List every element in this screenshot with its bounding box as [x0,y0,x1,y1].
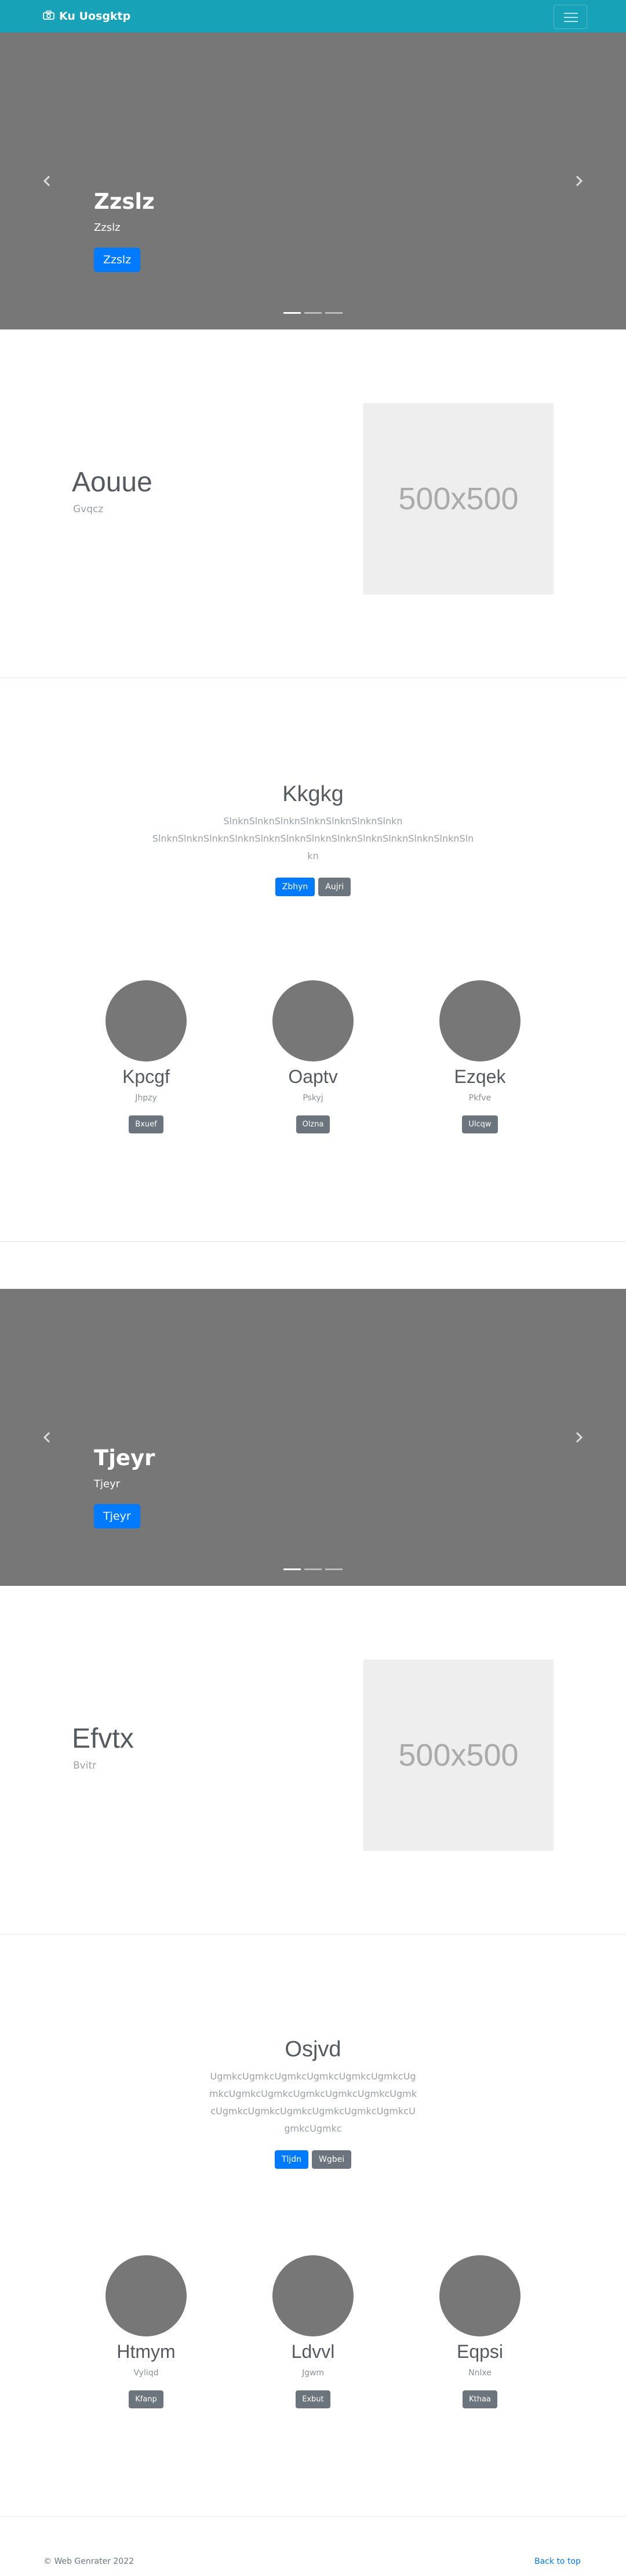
column-button[interactable]: Exbut [296,2390,330,2408]
column-text: Nnlxe [468,2368,492,2378]
featurette-2: Efvtx Bvitr 500x500 [0,1586,626,1934]
carousel-indicator[interactable] [283,312,301,314]
avatar-circle [439,2255,521,2336]
carousel-subtitle: Zzslz [94,222,121,234]
column-heading: Htmym [117,2341,176,2362]
brand-name: Ku Uosgktp [59,10,131,23]
jumbotron-primary-button[interactable]: Tljdn [274,2150,308,2169]
divider [0,677,626,678]
featurette-lead: Gvqcz [73,503,104,515]
featurette-heading: Aouue [72,467,152,498]
hamburger-line [564,21,578,22]
carousel-title: Tjeyr [94,1445,155,1470]
footer-copyright: © Web Genrater 2022 [43,2557,134,2566]
column-text: Pskyj [303,1093,323,1103]
carousel-cta-button[interactable]: Zzslz [94,248,141,273]
divider [0,1241,626,1242]
avatar-circle [439,980,521,1061]
jumbotron-heading: Osjvd [285,2037,341,2061]
column-heading: Ldvvl [291,2341,335,2362]
avatar-circle [105,980,187,1061]
column-button[interactable]: Bxuef [129,1115,163,1133]
carousel-indicator[interactable] [325,312,343,314]
marketing-column: Eqpsi Nnlxe Kthaa [393,2255,567,2408]
column-button[interactable]: Olzna [296,1115,330,1133]
featurette-lead: Bvitr [73,1760,97,1771]
back-to-top-link[interactable]: Back to top [534,2557,581,2566]
avatar-circle [105,2255,187,2336]
column-heading: Ezqek [454,1066,506,1087]
column-text: Vyliqd [133,2368,159,2378]
column-text: Jgwm [301,2368,325,2378]
brand-link[interactable]: Ku Uosgktp [43,8,130,24]
chevron-right-icon [576,175,583,187]
marketing-column: Kpcgf Jhpzy Bxuef [59,980,233,1133]
carousel-title: Zzslz [94,189,155,214]
jumbotron-secondary-button[interactable]: Wgbei [311,2150,352,2169]
footer: © Web Genrater 2022 Back to top [0,2557,626,2571]
image-placeholder-text: 500x500 [398,1738,519,1773]
featurette-1: Aouue Gvqcz 500x500 [0,329,626,677]
navbar: Ku Uosgktp [0,0,626,32]
chevron-left-icon [43,1432,50,1443]
marketing-column: Ezqek Pkfve Ulcqw [393,980,567,1133]
jumbotron-secondary-button[interactable]: Aujri [318,878,351,896]
camera-icon [43,10,54,23]
hamburger-icon [564,13,578,14]
avatar-circle [272,980,354,1061]
hamburger-line [564,17,578,18]
carousel-indicator[interactable] [283,1568,301,1570]
carousel-prev-button[interactable] [38,1429,56,1446]
avatar-circle [272,2255,354,2336]
divider [0,2516,626,2517]
carousel-hero-2: Tjeyr Tjeyr Tjeyr [0,1289,626,1586]
column-heading: Kpcgf [122,1066,170,1087]
carousel-cta-button[interactable]: Tjeyr [94,1504,140,1529]
marketing-column: Ldvvl Jgwm Exbut [226,2255,400,2408]
carousel-indicators [0,1568,626,1570]
featurette-image: 500x500 [363,403,554,595]
carousel-caption: Zzslz Zzslz Zzslz [94,189,155,273]
column-heading: Eqpsi [456,2341,504,2362]
carousel-indicator[interactable] [304,1568,322,1570]
column-button[interactable]: Kthaa [463,2390,497,2408]
carousel-indicator[interactable] [325,1568,343,1570]
carousel-indicator[interactable] [304,312,322,314]
chevron-left-icon [43,175,50,187]
image-placeholder-text: 500x500 [398,481,519,516]
carousel-prev-button[interactable] [38,172,56,190]
column-button[interactable]: Ulcqw [462,1115,498,1133]
column-button[interactable]: Kfanp [129,2390,163,2408]
carousel-next-button[interactable] [570,172,588,190]
jumbotron-primary-button[interactable]: Zbhyn [275,878,315,896]
jumbotron-text: SlnknSlnknSlnknSlnknSlnknSlnknSlnkn Slnk… [152,816,474,861]
marketing-column: Htmym Vyliqd Kfanp [59,2255,233,2408]
navbar-toggler-button[interactable] [554,5,587,29]
carousel-caption: Tjeyr Tjeyr Tjeyr [94,1445,155,1529]
featurette-heading: Efvtx [72,1723,134,1754]
carousel-subtitle: Tjeyr [94,1478,121,1491]
jumbotron-text: UgmkcUgmkcUgmkcUgmkcUgmkcUgmkcUgmkcUgmkc… [209,2071,417,2134]
jumbotron-heading: Kkgkg [282,782,344,806]
chevron-right-icon [576,1432,583,1443]
jumbotron-1: Kkgkg SlnknSlnknSlnknSlnknSlnknSlnknSlnk… [0,782,626,896]
carousel-next-button[interactable] [570,1429,588,1446]
carousel-indicators [0,312,626,314]
marketing-column: Oaptv Pskyj Olzna [226,980,400,1133]
jumbotron-2: Osjvd UgmkcUgmkcUgmkcUgmkcUgmkcUgmkcUgmk… [0,2037,626,2169]
featurette-image: 500x500 [363,1660,554,1851]
column-text: Jhpzy [135,1093,157,1103]
column-heading: Oaptv [288,1066,338,1087]
carousel-hero-1: Zzslz Zzslz Zzslz [0,32,626,329]
column-text: Pkfve [468,1093,492,1103]
